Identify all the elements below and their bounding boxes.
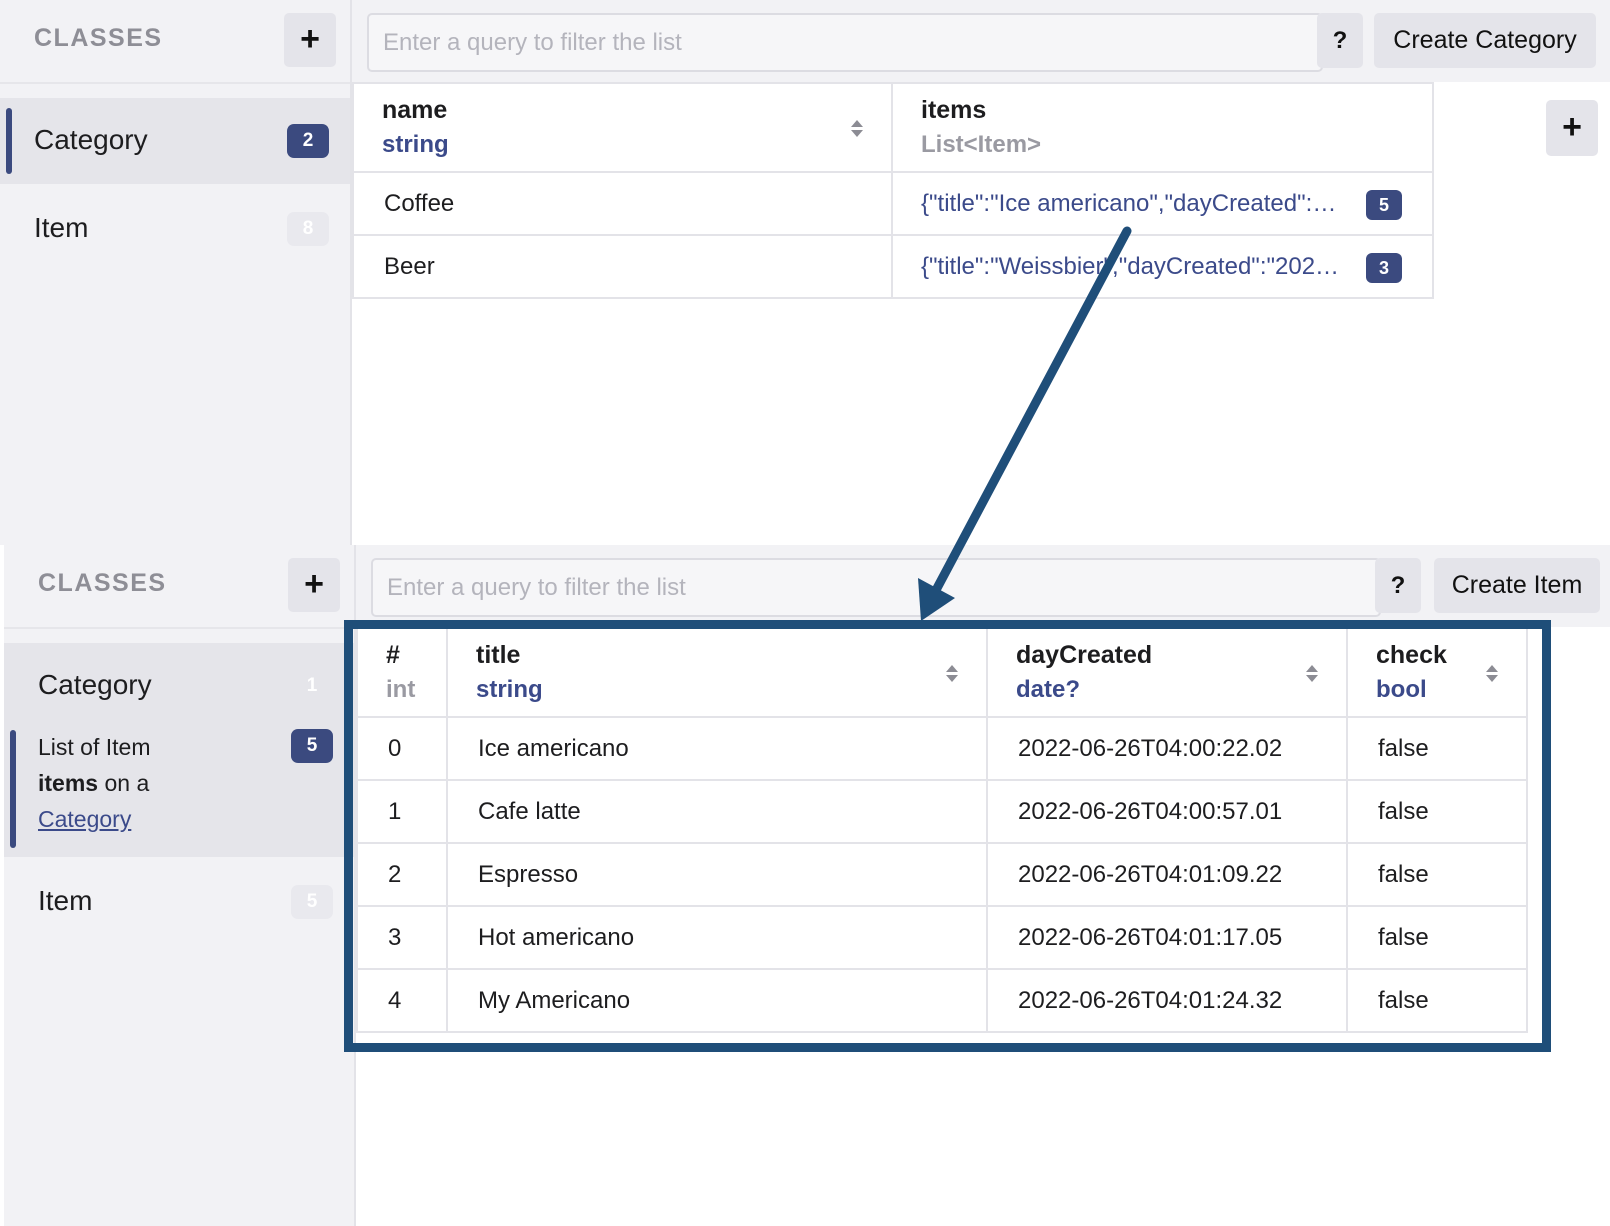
arrow-shaft: [930, 226, 1132, 597]
annotation-arrow: [918, 226, 1132, 621]
